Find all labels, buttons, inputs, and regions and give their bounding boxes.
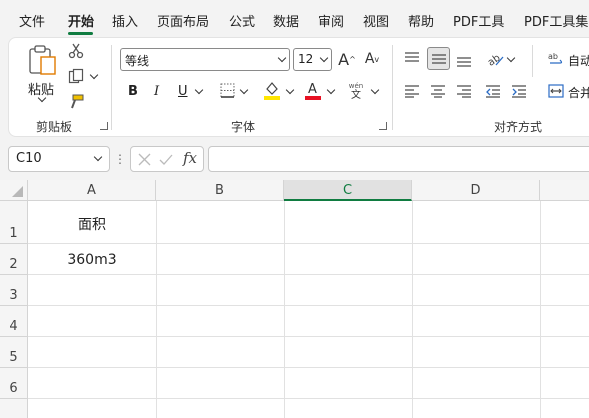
phonetic-guide-icon[interactable]: wén 文: [346, 80, 366, 102]
menu-formulas[interactable]: 公式: [229, 11, 255, 30]
column-header-label: A: [87, 183, 96, 198]
menu-pdf-toolset[interactable]: PDF工具集: [524, 11, 588, 30]
row-header-label: 4: [9, 319, 18, 334]
menu-review[interactable]: 审阅: [318, 11, 344, 30]
align-bottom-icon[interactable]: [454, 51, 474, 71]
font-color-icon[interactable]: A: [304, 80, 322, 100]
font-launcher-icon[interactable]: [379, 122, 387, 130]
name-box[interactable]: C10: [8, 146, 110, 172]
cell-a1[interactable]: 面积: [28, 214, 156, 234]
gridline: [28, 336, 589, 337]
merge-label[interactable]: 合并: [568, 84, 589, 101]
svg-text:ab: ab: [548, 52, 558, 61]
gridline: [28, 305, 589, 306]
font-group-label: 字体: [231, 120, 256, 134]
align-right-icon[interactable]: [454, 82, 474, 100]
borders-icon[interactable]: [219, 82, 235, 98]
column-header-b[interactable]: B: [156, 180, 284, 201]
phonetic-bottom: 文: [351, 90, 361, 101]
menu-view[interactable]: 视图: [363, 11, 389, 30]
group-separator: [392, 45, 393, 130]
cut-icon[interactable]: [67, 42, 85, 60]
decrease-font-size-icon[interactable]: Av: [362, 49, 382, 69]
column-header-a[interactable]: A: [28, 180, 156, 201]
row-header-2[interactable]: 2: [0, 244, 28, 275]
cancel-icon[interactable]: [136, 151, 152, 167]
wrap-text-icon[interactable]: ab: [547, 50, 565, 68]
font-size-value: 12: [298, 52, 314, 66]
increase-indent-icon[interactable]: [509, 82, 529, 100]
menu-home[interactable]: 开始: [68, 11, 94, 30]
bold-button[interactable]: B: [128, 84, 138, 99]
increase-font-size-icon[interactable]: A ^: [337, 49, 357, 69]
cell-a1-value: 面积: [78, 217, 106, 233]
font-name-value: 等线: [125, 54, 150, 68]
alignment-group-label: 对齐方式: [494, 120, 543, 134]
clipboard-group-label: 剪贴板: [36, 120, 73, 134]
italic-button[interactable]: I: [154, 84, 159, 99]
align-top-icon[interactable]: [402, 48, 422, 68]
column-header-label: D: [470, 183, 481, 198]
merge-center-icon[interactable]: [547, 82, 565, 100]
row-header-5[interactable]: 5: [0, 337, 28, 368]
menu-insert[interactable]: 插入: [112, 11, 138, 30]
menu-bar: 文件 开始 插入 页面布局 公式 数据 审阅 视图 帮助 PDF工具 PDF工具…: [0, 0, 589, 36]
group-separator: [532, 45, 533, 77]
row-header-label: 5: [9, 350, 18, 365]
active-tab-indicator: [68, 32, 93, 35]
paste-icon[interactable]: [27, 43, 59, 77]
cell-a2[interactable]: 360m3: [28, 252, 156, 268]
menu-file[interactable]: 文件: [19, 11, 45, 30]
more-options-icon[interactable]: ⋮: [114, 151, 126, 167]
gridline: [412, 201, 413, 418]
font-name-select[interactable]: 等线: [120, 48, 290, 71]
orientation-icon[interactable]: ab: [485, 49, 505, 69]
align-middle-icon[interactable]: [427, 47, 450, 70]
gridline: [28, 274, 589, 275]
column-header-label: C: [342, 183, 353, 198]
row-header-3[interactable]: 3: [0, 275, 28, 306]
align-left-icon[interactable]: [402, 82, 422, 100]
fill-color-icon[interactable]: [263, 80, 281, 100]
select-all-triangle-icon: [12, 186, 23, 197]
column-header-d[interactable]: D: [412, 180, 540, 201]
column-header-c[interactable]: C: [284, 180, 412, 201]
wrap-text-label[interactable]: 自动: [568, 52, 589, 69]
format-painter-icon[interactable]: [67, 93, 85, 111]
gridline: [156, 201, 157, 418]
decrease-indent-icon[interactable]: [483, 82, 503, 100]
insert-function-button[interactable]: fx: [183, 149, 197, 167]
row-header-1[interactable]: 1: [0, 201, 28, 244]
menu-page-layout[interactable]: 页面布局: [157, 11, 209, 30]
align-center-icon[interactable]: [428, 82, 448, 100]
row-header-label: 1: [9, 226, 18, 241]
name-box-value: C10: [16, 151, 42, 166]
gridline: [28, 367, 589, 368]
clipboard-launcher-icon[interactable]: [100, 122, 108, 130]
enter-icon[interactable]: [158, 151, 174, 167]
copy-icon[interactable]: [67, 67, 85, 85]
underline-button[interactable]: U: [178, 84, 188, 99]
group-separator: [111, 45, 112, 130]
menu-data[interactable]: 数据: [273, 11, 299, 30]
formula-input[interactable]: [208, 146, 589, 172]
row-header-label: 6: [9, 381, 18, 396]
cell-a2-value: 360m3: [67, 252, 117, 268]
gridline: [284, 201, 285, 418]
row-header-7[interactable]: [0, 399, 28, 418]
gridline: [28, 243, 589, 244]
column-header-e[interactable]: [540, 180, 589, 201]
svg-text:A: A: [308, 82, 317, 97]
menu-pdf-tools[interactable]: PDF工具: [453, 11, 504, 30]
row-header-label: 2: [9, 257, 18, 272]
row-header-label: 3: [9, 288, 18, 303]
column-header-label: B: [215, 183, 224, 198]
gridline: [28, 398, 589, 399]
row-header-4[interactable]: 4: [0, 306, 28, 337]
row-header-6[interactable]: 6: [0, 368, 28, 399]
gridline: [540, 201, 541, 418]
menu-help[interactable]: 帮助: [408, 11, 434, 30]
